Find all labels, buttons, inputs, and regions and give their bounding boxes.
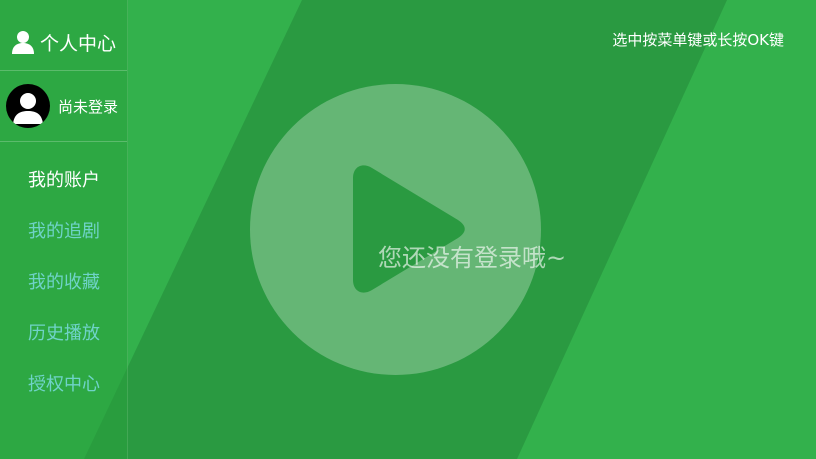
sidebar: 个人中心 尚未登录 我的账户 我的追剧 我的收藏 历史播放 授权中心 [0, 0, 128, 459]
menu-item-my-account[interactable]: 我的账户 [0, 163, 127, 214]
menu-hint-text: 选中按菜单键或长按OK键 [612, 31, 784, 49]
avatar [6, 84, 50, 128]
sidebar-title-label: 个人中心 [40, 32, 117, 55]
menu-item-my-favorites[interactable]: 我的收藏 [0, 265, 127, 316]
default-avatar-icon [8, 86, 48, 126]
play-icon [353, 165, 465, 293]
user-login-entry[interactable]: 尚未登录 [6, 84, 118, 128]
menu-item-authorization-center[interactable]: 授权中心 [0, 367, 127, 418]
menu-item-my-series[interactable]: 我的追剧 [0, 214, 127, 265]
user-icon [10, 29, 36, 55]
not-logged-in-message: 您还没有登录哦~ [378, 244, 567, 272]
divider [0, 141, 127, 142]
sidebar-title: 个人中心 [10, 28, 116, 56]
divider [0, 70, 127, 71]
login-status: 尚未登录 [58, 97, 119, 116]
sidebar-menu: 我的账户 我的追剧 我的收藏 历史播放 授权中心 [0, 163, 127, 418]
menu-item-play-history[interactable]: 历史播放 [0, 316, 127, 367]
